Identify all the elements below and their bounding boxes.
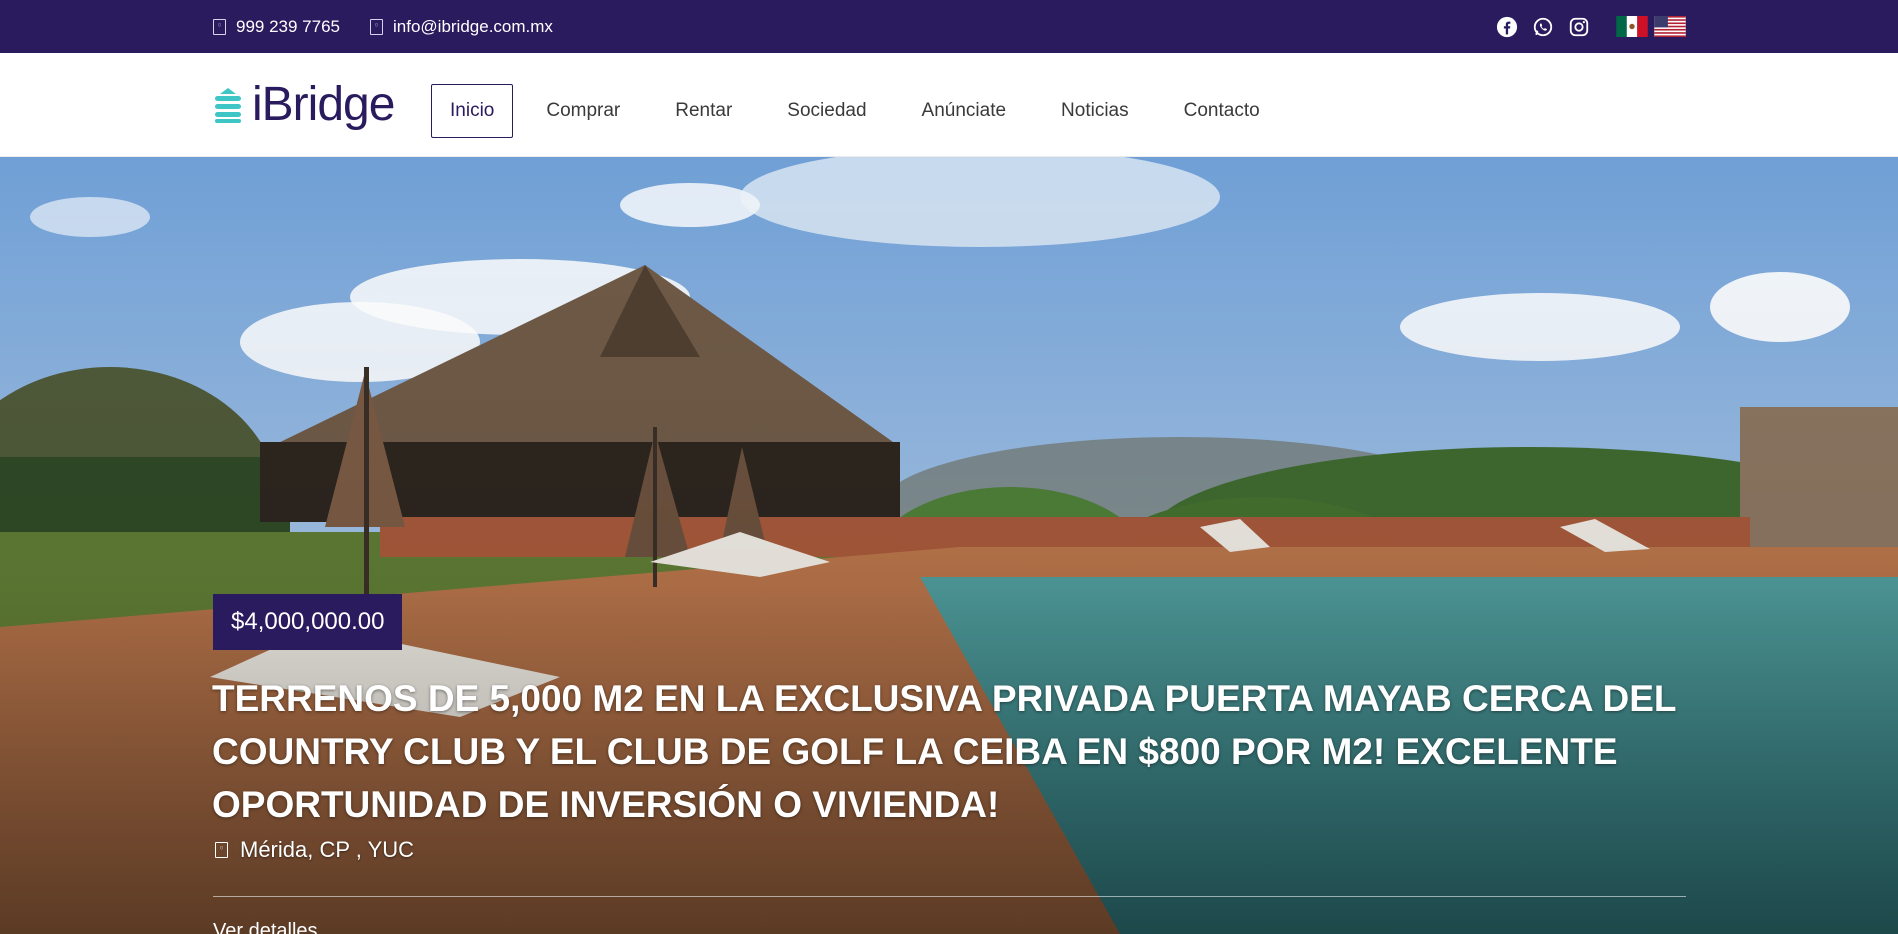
nav-item-anunciate[interactable]: Anúnciate: [903, 84, 1026, 138]
location-text: Mérida, CP , YUC: [240, 837, 415, 862]
nav-item-comprar[interactable]: Comprar: [527, 84, 639, 138]
listing-location: ▯ Mérida, CP , YUC: [215, 837, 414, 863]
map-marker-icon: ▯: [215, 842, 228, 858]
facebook-icon[interactable]: [1496, 16, 1518, 38]
top-bar: ▯ 999 239 7765 ▯ info@ibridge.com.mx: [0, 0, 1898, 53]
phone-number[interactable]: 999 239 7765: [236, 17, 340, 37]
phone-link[interactable]: ▯ 999 239 7765: [213, 17, 340, 37]
hero-banner: $4,000,000.00 TERRENOS DE 5,000 M2 EN LA…: [0, 157, 1898, 934]
hero-divider: [213, 896, 1686, 897]
usa-flag[interactable]: [1654, 16, 1686, 37]
brand-logo[interactable]: iBridge: [212, 78, 395, 131]
whatsapp-icon[interactable]: [1532, 16, 1554, 38]
email-address[interactable]: info@ibridge.com.mx: [393, 17, 553, 37]
nav-item-noticias[interactable]: Noticias: [1042, 84, 1148, 138]
contact-info: ▯ 999 239 7765 ▯ info@ibridge.com.mx: [213, 0, 553, 53]
instagram-icon[interactable]: [1568, 16, 1590, 38]
brand-name: iBridge: [252, 78, 395, 131]
envelope-icon: ▯: [370, 18, 383, 35]
language-switcher: [1616, 16, 1686, 37]
main-navbar: iBridge Inicio Comprar Rentar Sociedad A…: [0, 53, 1898, 157]
phone-icon: ▯: [213, 18, 226, 35]
nav-item-rentar[interactable]: Rentar: [656, 84, 751, 138]
nav-item-inicio[interactable]: Inicio: [431, 84, 514, 138]
social-links: [1496, 0, 1686, 53]
mexico-flag[interactable]: [1616, 16, 1648, 37]
main-menu: Inicio Comprar Rentar Sociedad Anúnciate…: [431, 84, 1296, 138]
listing-title[interactable]: TERRENOS DE 5,000 M2 EN LA EXCLUSIVA PRI…: [212, 672, 1702, 831]
price-badge: $4,000,000.00: [213, 594, 403, 650]
nav-item-sociedad[interactable]: Sociedad: [768, 84, 885, 138]
logo-mark-icon: [215, 88, 241, 123]
email-link[interactable]: ▯ info@ibridge.com.mx: [370, 17, 553, 37]
nav-item-contacto[interactable]: Contacto: [1165, 84, 1279, 138]
view-details-link[interactable]: Ver detalles: [213, 920, 318, 934]
